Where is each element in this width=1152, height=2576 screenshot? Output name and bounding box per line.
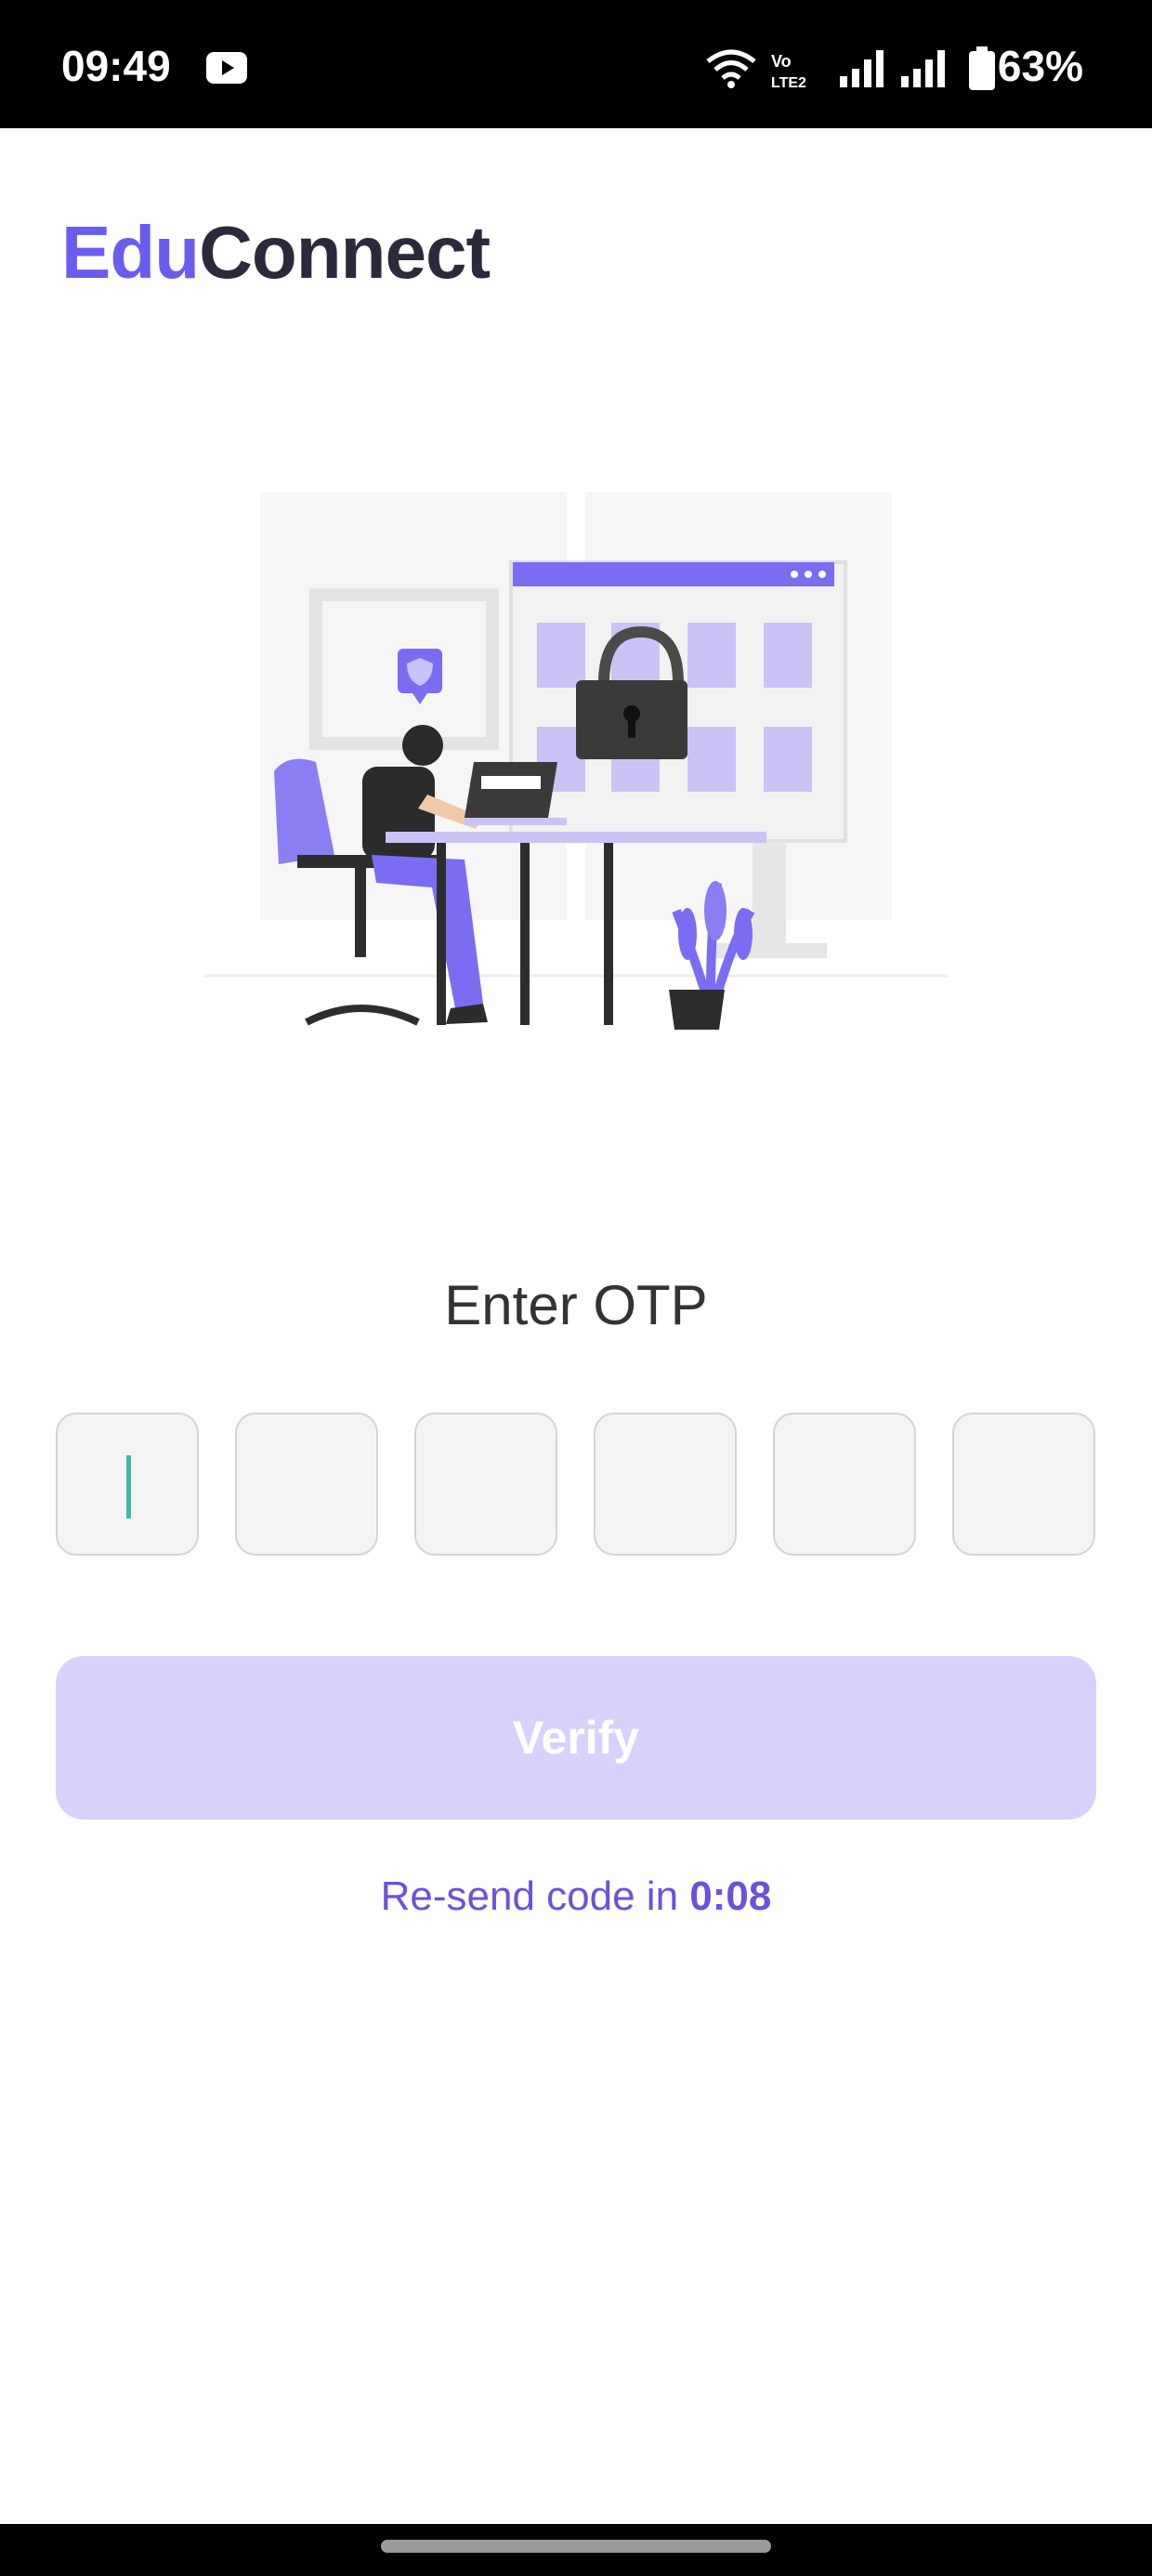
battery-percent: 63% — [997, 42, 1083, 90]
otp-digit-3[interactable] — [414, 1413, 557, 1556]
security-illustration — [204, 493, 948, 1030]
otp-input-row — [56, 1413, 1096, 1557]
battery-icon — [969, 46, 995, 90]
status-time: 09:49 — [61, 42, 171, 90]
svg-text:LTE2: LTE2 — [771, 75, 806, 91]
home-indicator[interactable] — [381, 2540, 771, 2553]
youtube-icon — [206, 52, 247, 84]
logo-connect: Connect — [199, 211, 491, 294]
resend-timer: 0:08 — [689, 1873, 772, 1919]
otp-digit-2[interactable] — [235, 1413, 378, 1556]
otp-digit-6[interactable] — [952, 1413, 1095, 1556]
otp-digit-1[interactable] — [56, 1413, 199, 1556]
app-logo: EduConnect — [61, 210, 491, 296]
verify-button[interactable]: Verify — [56, 1656, 1096, 1820]
signal-icon — [901, 50, 945, 87]
text-cursor — [126, 1455, 131, 1518]
otp-digit-4[interactable] — [594, 1413, 737, 1556]
logo-edu: Edu — [61, 211, 200, 294]
resend-code-text: Re-send code in 0:08 — [0, 1873, 1152, 1920]
resend-prefix: Re-send code in — [380, 1873, 690, 1919]
otp-title: Enter OTP — [444, 1274, 708, 1336]
wifi-icon — [706, 49, 756, 88]
status-bar: 09:49 Vo LTE2 63% — [0, 0, 1152, 128]
svg-text:Vo: Vo — [771, 52, 792, 71]
otp-digit-5[interactable] — [773, 1413, 916, 1556]
signal-icon — [840, 50, 884, 87]
volte-icon: Vo LTE2 — [771, 52, 806, 91]
